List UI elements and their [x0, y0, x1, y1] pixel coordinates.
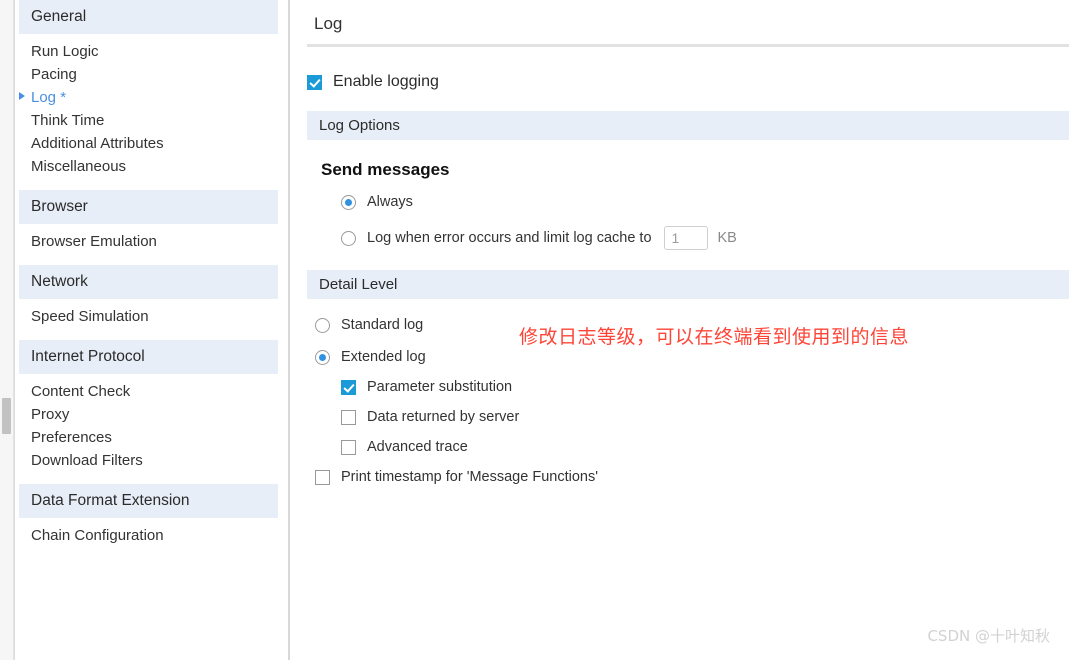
- extended-log-radio[interactable]: [315, 349, 330, 365]
- sidebar-item-label: Miscellaneous: [31, 158, 127, 175]
- enable-logging-label: Enable logging: [333, 73, 439, 90]
- sidebar-item-label: Proxy: [31, 406, 70, 423]
- sidebar-item-label: Additional Attributes: [31, 135, 164, 152]
- sidebar-item-proxy[interactable]: Proxy: [19, 403, 278, 426]
- standard-log-radio[interactable]: [315, 317, 330, 333]
- sidebar-section-general: General: [19, 0, 278, 34]
- send-on-error-label: Log when error occurs and limit log cach…: [367, 230, 652, 246]
- sidebar-item-label: Log *: [31, 89, 67, 106]
- sidebar-item-browser-emulation[interactable]: Browser Emulation: [19, 230, 278, 253]
- red-annotation-text: 修改日志等级，可以在终端看到使用到的信息: [519, 326, 910, 348]
- sidebar-item-label: Download Filters: [31, 452, 143, 469]
- sidebar-section-browser: Browser: [19, 190, 278, 224]
- window-scrollbar[interactable]: [0, 0, 14, 660]
- sidebar-item-log[interactable]: Log *: [19, 86, 278, 109]
- parameter-substitution-checkbox[interactable]: [341, 379, 356, 395]
- settings-window: General Run Logic Pacing Log * Think Tim…: [0, 0, 1069, 660]
- parameter-substitution-label: Parameter substitution: [367, 379, 513, 395]
- advanced-trace-label: Advanced trace: [367, 439, 468, 455]
- print-timestamp-label: Print timestamp for 'Message Functions': [341, 469, 598, 485]
- sidebar-item-label: Speed Simulation: [31, 308, 149, 325]
- sidebar-item-run-logic[interactable]: Run Logic: [19, 40, 278, 63]
- sidebar-item-label: Run Logic: [31, 43, 99, 60]
- sidebar-item-think-time[interactable]: Think Time: [19, 109, 278, 132]
- sidebar-item-label: Preferences: [31, 429, 112, 446]
- sidebar-item-preferences[interactable]: Preferences: [19, 426, 278, 449]
- sidebar-section-data-format-extension: Data Format Extension: [19, 484, 278, 518]
- sidebar-item-speed-simulation[interactable]: Speed Simulation: [19, 305, 278, 328]
- sidebar-item-label: Chain Configuration: [31, 527, 164, 544]
- sidebar-section-internet-protocol: Internet Protocol: [19, 340, 278, 374]
- advanced-trace-row[interactable]: Advanced trace: [341, 439, 1069, 455]
- print-timestamp-checkbox[interactable]: [315, 469, 330, 485]
- sidebar-group-internet-protocol: Content Check Proxy Preferences Download…: [19, 374, 278, 472]
- sidebar-section-network: Network: [19, 265, 278, 299]
- send-messages-title: Send messages: [321, 160, 450, 179]
- sidebar-group-network: Speed Simulation: [19, 299, 278, 328]
- print-timestamp-row[interactable]: Print timestamp for 'Message Functions': [315, 469, 1069, 485]
- log-cache-unit-label: KB: [717, 230, 737, 246]
- sidebar-item-label: Browser Emulation: [31, 233, 157, 250]
- detail-level-band: Detail Level: [307, 270, 1069, 299]
- enable-logging-checkbox[interactable]: [307, 74, 322, 90]
- sidebar-item-label: Pacing: [31, 66, 77, 83]
- extended-log-label: Extended log: [341, 349, 426, 365]
- sidebar-item-content-check[interactable]: Content Check: [19, 380, 278, 403]
- parameter-substitution-row[interactable]: Parameter substitution: [341, 379, 1069, 395]
- send-on-error-radio[interactable]: [341, 230, 356, 246]
- extended-log-row[interactable]: Extended log: [315, 349, 1069, 365]
- log-cache-size-input[interactable]: [663, 226, 708, 250]
- enable-logging-row[interactable]: Enable logging: [307, 73, 1069, 91]
- sidebar-item-miscellaneous[interactable]: Miscellaneous: [19, 155, 278, 178]
- send-always-label: Always: [367, 194, 413, 210]
- window-scrollbar-thumb[interactable]: [2, 398, 11, 434]
- log-options-band: Log Options: [307, 111, 1069, 140]
- sidebar-group-data-format-extension: Chain Configuration: [19, 518, 278, 547]
- csdn-watermark: CSDN @十叶知秋: [927, 627, 1050, 645]
- sidebar-item-additional-attributes[interactable]: Additional Attributes: [19, 132, 278, 155]
- sidebar-item-label: Think Time: [31, 112, 105, 129]
- sidebar-item-pacing[interactable]: Pacing: [19, 63, 278, 86]
- sidebar-group-browser: Browser Emulation: [19, 224, 278, 253]
- data-returned-by-server-row[interactable]: Data returned by server: [341, 409, 1069, 425]
- send-always-row[interactable]: Always: [341, 194, 1069, 210]
- sidebar-item-label: Content Check: [31, 383, 131, 400]
- page-title: Log: [314, 14, 343, 33]
- standard-log-label: Standard log: [341, 317, 424, 333]
- caret-right-icon: [19, 92, 25, 100]
- advanced-trace-checkbox[interactable]: [341, 439, 356, 455]
- send-on-error-row[interactable]: Log when error occurs and limit log cach…: [341, 226, 1069, 250]
- settings-sidebar: General Run Logic Pacing Log * Think Tim…: [14, 0, 278, 660]
- send-always-radio[interactable]: [341, 194, 356, 210]
- title-divider: [307, 44, 1069, 47]
- data-returned-by-server-label: Data returned by server: [367, 409, 520, 425]
- sidebar-item-chain-configuration[interactable]: Chain Configuration: [19, 524, 278, 547]
- sidebar-group-general: Run Logic Pacing Log * Think Time Additi…: [19, 34, 278, 178]
- sidebar-item-download-filters[interactable]: Download Filters: [19, 449, 278, 472]
- data-returned-by-server-checkbox[interactable]: [341, 409, 356, 425]
